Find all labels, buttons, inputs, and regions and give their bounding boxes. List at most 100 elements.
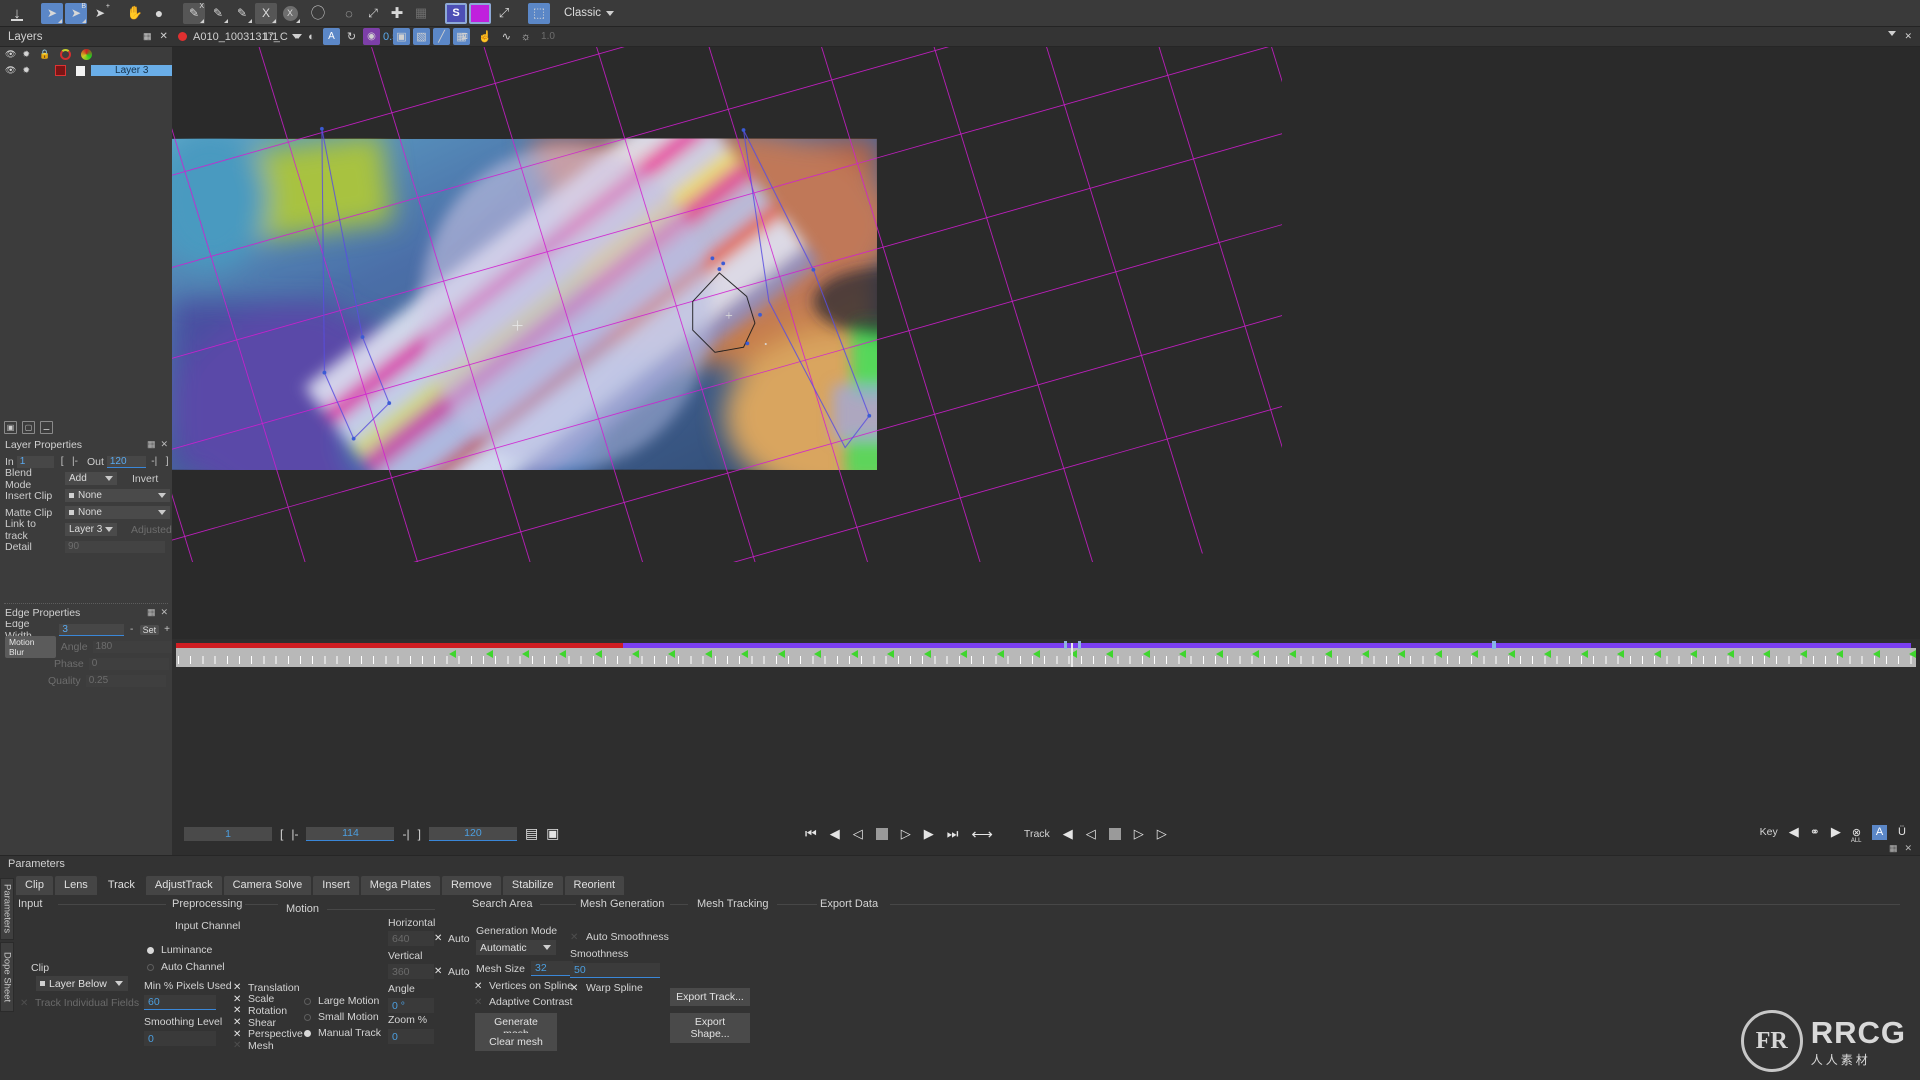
layer-name-label[interactable]: Layer 3 [91, 65, 173, 76]
warp-spline-checkbox[interactable]: ✕ Warp Spline [570, 982, 643, 994]
tab-stabilize[interactable]: Stabilize [502, 876, 563, 895]
track-step-forward-button[interactable]: ▷ [1134, 826, 1144, 842]
reorient-module-icon[interactable]: ⤢ [493, 3, 515, 24]
vertical-tab-parameters[interactable]: Parameters [0, 878, 14, 940]
tab-lens[interactable]: Lens [54, 876, 97, 895]
tab-reorient[interactable]: Reorient [564, 876, 625, 895]
xspline-tool[interactable]: ✎ X [183, 2, 205, 24]
keyframe-marker[interactable] [1215, 650, 1223, 658]
move-tool[interactable]: ✚ [386, 3, 408, 24]
min-pixels-field[interactable]: 60 [144, 995, 216, 1010]
delete-layer-icon[interactable]: ⚊ [40, 420, 53, 434]
tab-track[interactable]: Track [98, 876, 144, 895]
row-fill-color-swatch[interactable] [75, 65, 86, 76]
keyframe-marker[interactable] [1909, 650, 1916, 658]
set-out-button[interactable]: ] [162, 456, 172, 467]
spline-color-icon[interactable] [60, 49, 72, 60]
motion-checkbox-mesh[interactable]: ✕ Mesh [233, 1040, 303, 1052]
keyframe-marker[interactable] [1142, 650, 1150, 658]
auto-channel-radio[interactable]: Auto Channel [147, 961, 225, 973]
alpha-channel-icon[interactable]: A [323, 28, 340, 45]
ep-float-icon[interactable]: ▦ [147, 607, 156, 618]
matte-clip-dropdown[interactable]: None [65, 506, 170, 519]
monitor-view-icon[interactable]: ▣ [393, 28, 410, 45]
clipbar-chevron-down-icon[interactable] [1888, 31, 1897, 36]
marquee-select-icon[interactable]: ⬚ [528, 2, 550, 24]
keyframe-marker[interactable] [1836, 650, 1843, 658]
trim-out-icon[interactable]: ▣ [546, 825, 559, 842]
keyframe-marker[interactable] [595, 650, 602, 658]
insert-clip-dropdown[interactable]: None [65, 489, 170, 502]
stop-button[interactable] [875, 828, 888, 840]
keyframe-marker[interactable] [814, 650, 821, 658]
motion-checkbox-perspective[interactable]: ✕ Perspective [233, 1028, 303, 1040]
transform-tool[interactable]: ⤢ [362, 3, 384, 24]
keyframe-marker[interactable] [1872, 650, 1880, 658]
lp-close-icon[interactable]: ✕ [160, 439, 168, 450]
refresh-icon[interactable]: ↻ [343, 28, 360, 45]
auto-smoothness-checkbox[interactable]: ✕ Auto Smoothness [570, 931, 669, 943]
transport-close-icon[interactable]: ✕ [1904, 843, 1912, 854]
out-field[interactable]: 120 [106, 455, 147, 468]
tab-remove[interactable]: Remove [441, 876, 501, 895]
keyframe-marker[interactable] [1179, 650, 1186, 658]
brightness-icon[interactable]: ☼ [521, 31, 531, 43]
panel-float-icon[interactable]: ▦ [143, 31, 152, 42]
keyframe-marker[interactable] [558, 650, 566, 658]
add-point-tool[interactable]: ➤ + [89, 3, 111, 24]
trackpoint-icon[interactable]: ☝ [478, 30, 492, 43]
motion-checkbox-rotation[interactable]: ✕ Rotation [233, 1005, 303, 1017]
keyframe-marker[interactable] [1361, 650, 1369, 658]
clipbar-close-icon[interactable]: ✕ [1904, 31, 1912, 42]
duplicate-layer-icon[interactable]: ▢ [22, 420, 35, 434]
luminance-radio[interactable]: Luminance [147, 944, 212, 956]
track-step-back-button[interactable]: ◁ [1086, 826, 1096, 842]
blend-mode-dropdown[interactable]: Add [65, 472, 117, 485]
close-icon[interactable]: ✕ [160, 31, 168, 42]
keyframe-marker[interactable] [1471, 650, 1478, 658]
play-backward-button[interactable]: ◀ [830, 826, 840, 842]
out-point-field[interactable]: 120 [428, 826, 517, 841]
keyframe-marker[interactable] [1544, 650, 1551, 658]
export-shape-button[interactable]: Export Shape... [670, 1013, 750, 1043]
timeline-marker-b[interactable] [1078, 641, 1081, 649]
edge-width-decrement-button[interactable]: - [127, 624, 137, 635]
zoom-level-label[interactable]: 1:1 [263, 31, 278, 43]
goto-out-bracket-button[interactable]: -| [402, 827, 409, 841]
ellipse-tool[interactable]: X [279, 3, 301, 24]
select-b-tool[interactable]: ➤ B [65, 2, 87, 24]
keyframe-marker[interactable] [741, 650, 748, 658]
loop-button[interactable]: ⟷ [971, 825, 993, 843]
smoothness-field[interactable]: 50 [570, 963, 660, 978]
link-to-track-dropdown[interactable]: Layer 3 [65, 523, 117, 536]
tab-clip[interactable]: Clip [16, 876, 53, 895]
search-angle-field[interactable]: 0 ° [388, 998, 434, 1013]
goto-out-button[interactable]: -| [149, 456, 159, 467]
keyframe-marker[interactable] [1398, 650, 1405, 658]
keyframe-marker[interactable] [996, 650, 1004, 658]
keyframe-marker[interactable] [1617, 650, 1624, 658]
motion-blur-toggle[interactable]: Motion Blur [5, 635, 56, 658]
auto-key-button[interactable]: A [1872, 824, 1888, 840]
clip-dropdown[interactable]: Layer Below [36, 976, 128, 991]
row-star-icon[interactable]: ✹ [22, 65, 30, 76]
undo-key-button[interactable]: Ü [1898, 826, 1906, 838]
playhead[interactable] [1071, 643, 1073, 667]
dual-view-icon[interactable]: ▧ [413, 28, 430, 45]
matte-icon[interactable]: ◉ [363, 28, 380, 45]
keyframe-marker[interactable] [923, 650, 931, 658]
step-back-button[interactable]: ◁ [853, 826, 863, 842]
play-forward-button[interactable]: ▶ [924, 826, 934, 842]
tab-camera-solve[interactable]: Camera Solve [223, 876, 312, 895]
channel-rgb-icon[interactable]: ◐ [303, 28, 320, 45]
keyframe-marker[interactable] [1106, 650, 1113, 658]
step-forward-button[interactable]: ▷ [901, 826, 911, 842]
keyframe-marker[interactable] [1507, 650, 1515, 658]
trim-in-icon[interactable]: ▤ [525, 825, 538, 842]
row-spline-color-swatch[interactable] [54, 65, 66, 76]
motion-radio-manual-track[interactable]: Manual Track [304, 1025, 381, 1041]
transport-float-icon[interactable]: ▦ [1889, 843, 1898, 854]
in-point-field[interactable]: 114 [306, 826, 395, 841]
keyframe-marker[interactable] [1653, 650, 1661, 658]
motion-checkbox-translation[interactable]: ✕ Translation [233, 982, 303, 994]
